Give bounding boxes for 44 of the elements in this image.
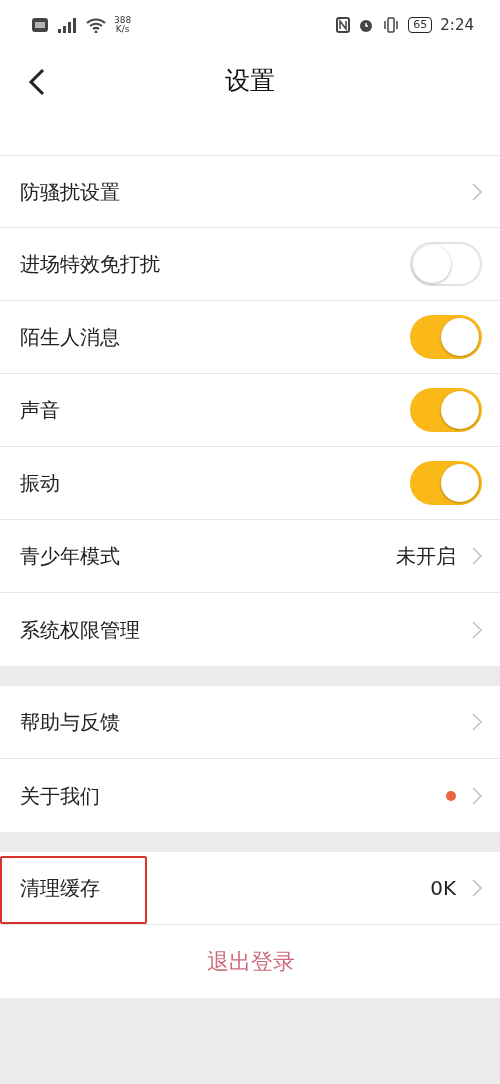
- nfc-icon: [336, 17, 351, 33]
- row-label: 进场特效免打扰: [20, 251, 161, 278]
- settings-row[interactable]: 系统权限管理: [0, 593, 500, 666]
- page-title: 设置: [225, 65, 275, 98]
- chevron-icon: [472, 786, 482, 805]
- settings-row[interactable]: 青少年模式 未开启: [0, 520, 500, 593]
- wifi-icon: [86, 17, 106, 33]
- chevron-icon: [472, 182, 482, 201]
- battery-level: 65: [408, 17, 433, 33]
- chevron-icon: [472, 879, 482, 897]
- network-unit: K/s: [114, 25, 131, 34]
- settings-row[interactable]: 陌生人消息: [0, 301, 500, 374]
- settings-row[interactable]: 防骚扰设置: [0, 155, 500, 228]
- row-label: 帮助与反馈: [20, 709, 121, 736]
- settings-row[interactable]: 声音: [0, 374, 500, 447]
- chevron-icon: [472, 713, 482, 731]
- settings-row[interactable]: 关于我们: [0, 759, 500, 832]
- settings-row[interactable]: 帮助与反馈: [0, 686, 500, 759]
- toggle-switch[interactable]: [410, 315, 482, 359]
- row-label: 关于我们: [20, 782, 101, 810]
- settings-row[interactable]: 清理缓存 0K: [0, 852, 500, 925]
- settings-row[interactable]: 振动: [0, 447, 500, 520]
- row-label: 声音: [20, 397, 61, 424]
- vibrate-icon: [382, 17, 401, 33]
- logout-button[interactable]: 退出登录: [201, 944, 301, 979]
- toggle-switch[interactable]: [410, 461, 482, 505]
- row-label: 青少年模式: [20, 543, 121, 570]
- signal-icon: [56, 17, 78, 33]
- chevron-icon: [472, 620, 482, 639]
- row-label: 系统权限管理: [20, 616, 141, 644]
- row-label: 陌生人消息: [20, 324, 121, 351]
- row-label: 防骚扰设置: [20, 178, 121, 206]
- network-speed: 388: [114, 16, 132, 25]
- clock: 2:24: [440, 14, 474, 36]
- hd-icon: [32, 18, 48, 32]
- row-label: 振动: [20, 470, 61, 497]
- toggle-switch[interactable]: [410, 388, 482, 432]
- alarm-icon: [358, 17, 375, 33]
- settings-row[interactable]: 进场特效免打扰: [0, 228, 500, 301]
- row-value: 未开启: [396, 543, 456, 570]
- chevron-icon: [472, 547, 482, 565]
- toggle-switch[interactable]: [410, 242, 482, 286]
- row-value: 0K: [430, 875, 456, 902]
- row-label: 清理缓存: [20, 875, 101, 902]
